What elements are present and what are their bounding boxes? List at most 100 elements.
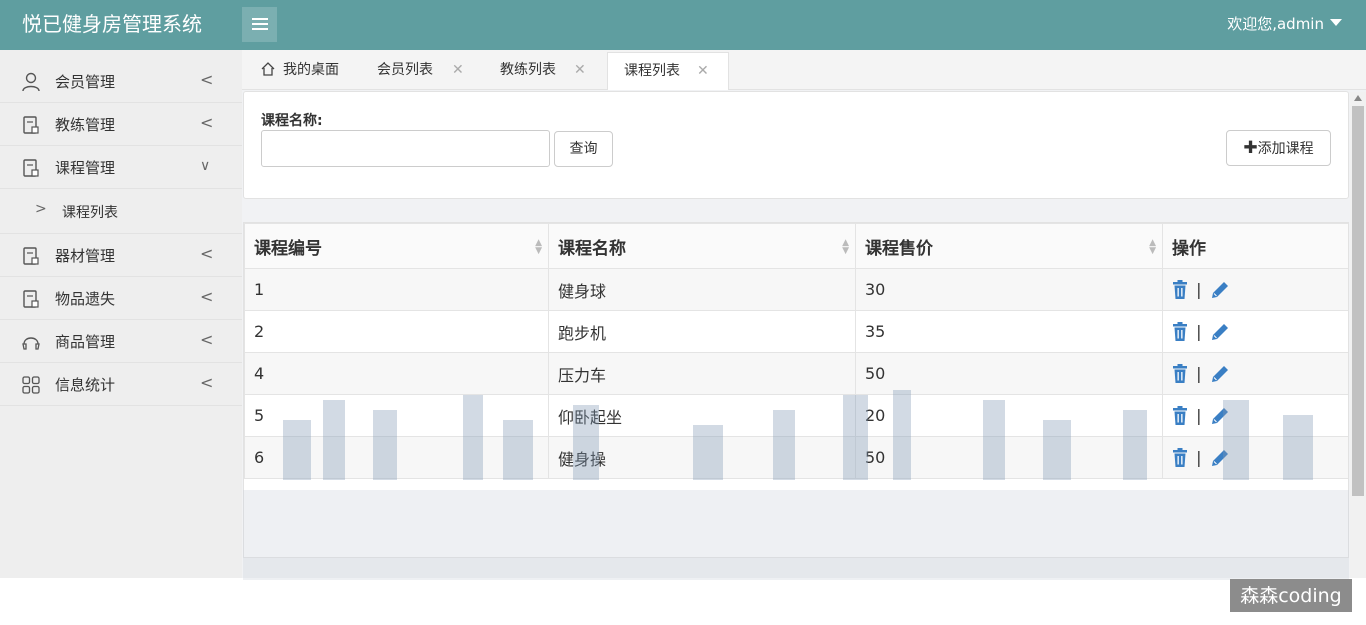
sidebar-subitem-label: 课程列表 xyxy=(62,205,118,221)
cell-actions: | xyxy=(1162,394,1348,437)
sidebar-item-member[interactable]: 会员管理 < xyxy=(0,60,242,103)
sort-icon[interactable]: ▲ ▼ xyxy=(535,239,542,256)
cell-price: 20 xyxy=(855,394,1163,437)
course-table-panel: 课程编号 ▲ ▼ 课程名称 ▲ ▼ 课程售价 ▲ ▼ 操作 1 健身球 30 | 2 跑步机 xyxy=(243,222,1349,558)
plus-icon: ✚ xyxy=(1243,138,1258,158)
trash-icon[interactable] xyxy=(1172,321,1188,342)
table-row: 6 健身操 50 | xyxy=(244,436,1348,479)
add-course-label: 添加课程 xyxy=(1257,141,1314,157)
headset-icon xyxy=(22,337,40,350)
tab-label: 课程列表 xyxy=(624,63,680,79)
cell-price: 50 xyxy=(855,436,1163,479)
document-icon xyxy=(23,159,39,177)
trash-icon[interactable] xyxy=(1172,447,1188,468)
tab-course-list[interactable]: 课程列表 ✕ xyxy=(607,52,729,90)
close-icon[interactable]: ✕ xyxy=(452,52,464,88)
pencil-icon[interactable] xyxy=(1210,322,1230,342)
action-separator: | xyxy=(1196,364,1202,384)
column-header-id[interactable]: 课程编号 ▲ ▼ xyxy=(244,223,549,269)
cell-id: 4 xyxy=(244,352,549,395)
sidebar-item-label: 商品管理 xyxy=(55,333,116,351)
grid-icon xyxy=(22,376,40,394)
add-course-button[interactable]: ✚添加课程 xyxy=(1226,130,1331,166)
sidebar-item-course[interactable]: 课程管理 ∨ xyxy=(0,146,242,189)
tab-label: 会员列表 xyxy=(377,62,433,78)
sidebar-item-goods[interactable]: 商品管理 < xyxy=(0,320,242,363)
app-title: 悦已健身房管理系统 xyxy=(22,12,202,36)
column-header-actions: 操作 xyxy=(1162,223,1348,269)
sort-icon[interactable]: ▲ ▼ xyxy=(1149,239,1156,256)
home-icon xyxy=(261,62,275,76)
sidebar-item-label: 器材管理 xyxy=(55,247,116,265)
action-separator: | xyxy=(1196,406,1202,426)
sidebar-item-label: 物品遗失 xyxy=(55,290,116,308)
chevron-right-icon: > xyxy=(35,201,47,217)
chevron-left-icon: < xyxy=(200,330,214,349)
sidebar: 会员管理 < 教练管理 < 课程管理 ∨ > 课程列表 器材管理 < 物品遗失 … xyxy=(0,50,242,578)
document-icon xyxy=(23,116,39,134)
sidebar-subitem-course-list[interactable]: > 课程列表 xyxy=(0,189,242,234)
top-header: 悦已健身房管理系统 欢迎您,admin xyxy=(0,0,1366,50)
close-icon[interactable]: ✕ xyxy=(574,52,586,88)
close-icon[interactable]: ✕ xyxy=(697,53,709,89)
trash-icon[interactable] xyxy=(1172,363,1188,384)
action-separator: | xyxy=(1196,280,1202,300)
tab-member-list[interactable]: 会员列表 ✕ xyxy=(377,52,477,90)
course-name-input[interactable] xyxy=(261,130,550,167)
trash-icon[interactable] xyxy=(1172,279,1188,300)
search-button[interactable]: 查询 xyxy=(554,131,613,167)
document-icon xyxy=(23,247,39,265)
table-row: 2 跑步机 35 | xyxy=(244,310,1348,353)
tab-bar: 我的桌面 会员列表 ✕ 教练列表 ✕ 课程列表 ✕ xyxy=(242,50,1366,90)
sidebar-item-label: 课程管理 xyxy=(55,159,116,177)
sidebar-item-label: 会员管理 xyxy=(55,73,116,91)
menu-toggle-button[interactable] xyxy=(242,7,277,42)
sidebar-item-label: 教练管理 xyxy=(55,116,116,134)
chevron-down-icon: ∨ xyxy=(200,158,211,174)
user-menu[interactable]: 欢迎您,admin xyxy=(1227,14,1342,34)
document-icon xyxy=(23,290,39,308)
vertical-scrollbar[interactable] xyxy=(1350,92,1366,578)
column-header-name[interactable]: 课程名称 ▲ ▼ xyxy=(548,223,856,269)
cell-actions: | xyxy=(1162,352,1348,395)
sidebar-item-label: 信息统计 xyxy=(55,376,116,394)
table-row: 5 仰卧起坐 20 | xyxy=(244,394,1348,437)
cell-actions: | xyxy=(1162,436,1348,479)
sort-icon[interactable]: ▲ ▼ xyxy=(842,239,849,256)
pencil-icon[interactable] xyxy=(1210,364,1230,384)
pencil-icon[interactable] xyxy=(1210,406,1230,426)
cell-actions: | xyxy=(1162,268,1348,311)
scrollbar-thumb[interactable] xyxy=(1352,106,1364,496)
tab-coach-list[interactable]: 教练列表 ✕ xyxy=(500,52,600,90)
tab-label: 教练列表 xyxy=(500,62,556,78)
sidebar-item-coach[interactable]: 教练管理 < xyxy=(0,103,242,146)
user-icon xyxy=(22,72,40,92)
sidebar-item-stats[interactable]: 信息统计 < xyxy=(0,363,242,406)
chevron-left-icon: < xyxy=(200,244,214,263)
scroll-up-icon[interactable] xyxy=(1354,95,1362,101)
cell-price: 30 xyxy=(855,268,1163,311)
cell-name: 健身操 xyxy=(548,436,856,479)
caret-down-icon xyxy=(1330,19,1342,26)
cell-id: 6 xyxy=(244,436,549,479)
cell-name: 健身球 xyxy=(548,268,856,311)
pencil-icon[interactable] xyxy=(1210,280,1230,300)
cell-price: 35 xyxy=(855,310,1163,353)
cell-price: 50 xyxy=(855,352,1163,395)
column-header-price[interactable]: 课程售价 ▲ ▼ xyxy=(855,223,1163,269)
chevron-left-icon: < xyxy=(200,113,214,132)
watermark-label: 森森coding xyxy=(1230,579,1352,612)
pencil-icon[interactable] xyxy=(1210,448,1230,468)
trash-icon[interactable] xyxy=(1172,405,1188,426)
tab-desktop[interactable]: 我的桌面 xyxy=(260,52,365,90)
cell-name: 仰卧起坐 xyxy=(548,394,856,437)
cell-id: 2 xyxy=(244,310,549,353)
chevron-left-icon: < xyxy=(200,70,214,89)
cell-name: 跑步机 xyxy=(548,310,856,353)
cell-id: 5 xyxy=(244,394,549,437)
cell-actions: | xyxy=(1162,310,1348,353)
sidebar-item-equipment[interactable]: 器材管理 < xyxy=(0,234,242,277)
table-row: 1 健身球 30 | xyxy=(244,268,1348,311)
sidebar-item-lost[interactable]: 物品遗失 < xyxy=(0,277,242,320)
cell-id: 1 xyxy=(244,268,549,311)
